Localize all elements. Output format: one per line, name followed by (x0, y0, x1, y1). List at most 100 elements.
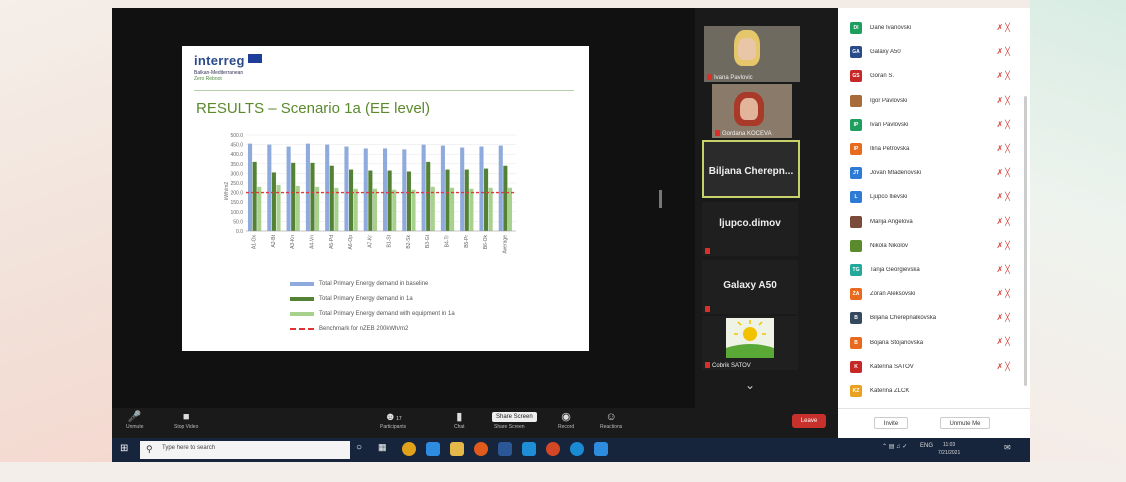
x-tick-label: A2-Bt (271, 234, 277, 247)
unmute-me-button[interactable]: Unmute Me (940, 417, 990, 429)
participant-row[interactable]: IP Ivan Pavlovski ✗╳ (838, 113, 1024, 137)
bar (479, 146, 484, 231)
participant-row[interactable]: Marija Angelova ✗╳ (838, 210, 1024, 234)
participants-button[interactable]: ☻17 Participants (380, 411, 406, 430)
participant-face (740, 98, 758, 120)
y-tick-label: 0.0 (236, 229, 243, 235)
bar (464, 169, 469, 231)
x-tick-label: A7-Kr (367, 235, 373, 248)
task-view-icon[interactable]: ▦ (378, 442, 392, 456)
participant-row[interactable]: GS Goran S. ✗╳ (838, 64, 1024, 88)
video-off-icon: ╳ (1005, 216, 1012, 226)
muted-status-icons: ✗╳ (996, 47, 1012, 56)
clock[interactable]: 11:03 7/21/2021 (938, 441, 960, 457)
stop-video-button[interactable]: ■ Stop Video (174, 411, 198, 430)
avatar: L (850, 191, 862, 204)
mic-muted-icon: ✗ (996, 119, 1006, 129)
notifications-icon[interactable]: ✉ (1004, 443, 1011, 452)
video-off-icon: ╳ (1005, 289, 1012, 299)
participant-row[interactable]: JT Jovan Mladenovski ✗╳ (838, 161, 1024, 185)
video-tile[interactable]: Galaxy A50 (702, 260, 798, 314)
legend-item: Total Primary Energy demand in baseline (290, 276, 455, 291)
participant-row[interactable]: Nikola Nikolov ✗╳ (838, 234, 1024, 258)
participant-row[interactable]: KZ Katerina ZLCK (838, 379, 1024, 403)
participant-row[interactable]: TG Tanja Georgievska ✗╳ (838, 258, 1024, 282)
edge-icon[interactable] (570, 442, 584, 456)
invite-button[interactable]: Invite (874, 417, 908, 429)
x-tick-label: A4-Vn (310, 235, 316, 249)
participants-panel: DI Dane Ivanovski ✗╳ GA Galaxy A50 ✗╳ GS Goran … (838, 8, 1030, 438)
video-tile-name: Gordana KOCEVA (715, 130, 772, 137)
scrollbar[interactable] (1024, 96, 1027, 386)
video-tile[interactable]: Cobrik SATOV (702, 316, 798, 370)
people-icon: ☻17 (384, 411, 402, 423)
bar (406, 171, 411, 231)
slide-title: RESULTS – Scenario 1a (EE level) (196, 100, 430, 117)
chat-button[interactable]: ▮ Chat (454, 411, 465, 430)
bar (469, 188, 474, 231)
avatar: B (850, 312, 862, 325)
video-tile[interactable]: Ivana Pavlovic (704, 26, 800, 82)
video-off-icon: ╳ (1005, 313, 1012, 323)
legend-item: Total Primary Energy demand with equipme… (290, 306, 455, 321)
unmute-button[interactable]: 🎤 Unmute (126, 411, 144, 430)
muted-status-icons: ✗╳ (996, 337, 1012, 346)
presentation-slide: interreg Balkan-Mediterranean Zero Reboo… (182, 46, 589, 351)
participant-row[interactable]: DI Dane Ivanovski ✗╳ (838, 16, 1024, 40)
participant-row[interactable]: B Bojana Stojanovska ✗╳ (838, 330, 1024, 354)
x-tick-label: B4-Tr (445, 235, 451, 248)
bar (267, 144, 272, 231)
avatar: GS (850, 70, 862, 83)
y-tick-label: 500.0 (230, 133, 243, 139)
windows-taskbar: ⊞ ⚲ Type here to search ○ ▦ ⌃ ▤ ♫ ✓ ENG … (112, 438, 1030, 462)
video-tile-active-speaker[interactable]: Biljana Cherepn... (702, 140, 800, 198)
video-off-icon: ╳ (1005, 361, 1012, 371)
file-explorer-icon[interactable] (450, 442, 464, 456)
bar (426, 161, 431, 231)
y-tick-label: 400.0 (230, 152, 243, 158)
participant-row[interactable]: K Katerina SATOV ✗╳ (838, 355, 1024, 379)
participant-row[interactable]: B Biljana Cherepnalkovska ✗╳ (838, 306, 1024, 330)
participants-footer: Invite Unmute Me (838, 408, 1030, 438)
windows-start-icon[interactable]: ⊞ (120, 444, 130, 454)
x-tick-label: A5-Pd (329, 235, 335, 249)
bar (402, 149, 407, 231)
skype-icon[interactable] (522, 442, 536, 456)
participant-row[interactable]: Igor Pavlovski ✗╳ (838, 89, 1024, 113)
participant-row[interactable]: ZA Zoran Aleksovski ✗╳ (838, 282, 1024, 306)
mic-muted-icon (705, 248, 710, 254)
eu-flag-icon (247, 54, 262, 63)
legend-label: Total Primary Energy demand in baseline (319, 280, 429, 287)
system-tray-icons[interactable]: ⌃ ▤ ♫ ✓ (882, 443, 907, 450)
mic-muted-icon: ✗ (996, 264, 1006, 274)
panel-resize-handle[interactable] (659, 190, 662, 208)
bar (484, 168, 489, 231)
background-bottom (0, 462, 1126, 482)
reactions-button[interactable]: ☺ Reactions (600, 411, 622, 430)
share-screen-tooltip: Share Screen (492, 412, 537, 422)
record-button[interactable]: ◉ Record (558, 411, 574, 430)
video-off-icon: ╳ (1005, 168, 1012, 178)
firefox-icon[interactable] (474, 442, 488, 456)
participant-row[interactable]: L Ljupco Ilievski ✗╳ (838, 185, 1024, 209)
zoom-running-icon[interactable] (594, 442, 608, 456)
participant-row[interactable]: GA Galaxy A50 ✗╳ (838, 40, 1024, 64)
chat-icon: ▮ (456, 411, 463, 423)
participant-row[interactable]: IP Ilina Petrovska ✗╳ (838, 137, 1024, 161)
language-indicator[interactable]: ENG (920, 443, 933, 449)
background-left (0, 0, 112, 482)
leave-button[interactable]: Leave (792, 414, 826, 428)
y-axis-label: kWh/m2 (224, 182, 230, 201)
x-tick-label: B3-Gt (425, 234, 431, 248)
word-icon[interactable] (498, 442, 512, 456)
bar (286, 146, 291, 231)
powerpoint-icon[interactable] (546, 442, 560, 456)
mic-muted-icon: ✗ (996, 23, 1006, 32)
cortana-icon[interactable]: ○ (356, 442, 370, 456)
chrome-icon[interactable] (402, 442, 416, 456)
video-tile[interactable]: Gordana KOCEVA (712, 84, 792, 138)
chevron-down-icon[interactable]: ⌄ (740, 378, 760, 394)
zoom-app-icon[interactable] (426, 442, 440, 456)
taskbar-search[interactable]: ⚲ Type here to search (140, 441, 350, 459)
video-tile[interactable]: ljupco.dimov (702, 202, 798, 256)
